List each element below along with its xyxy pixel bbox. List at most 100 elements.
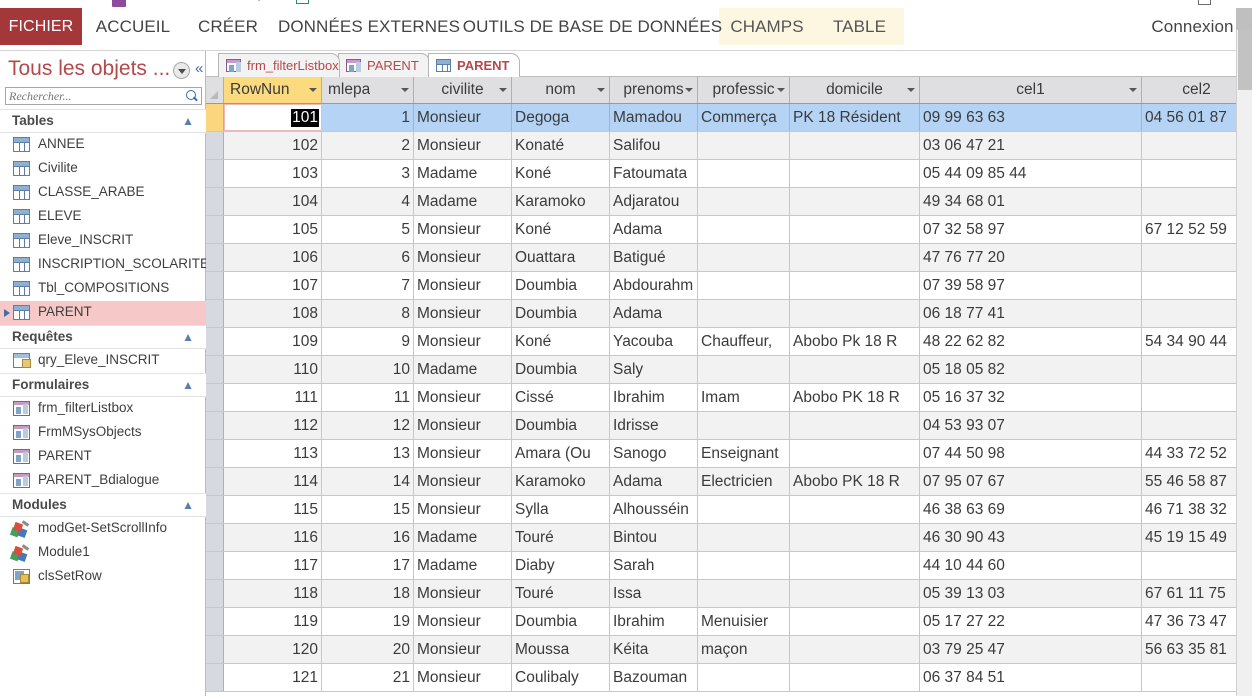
cell-domicile[interactable]: Abobo Pk 18 R	[790, 328, 920, 355]
cell-civilite[interactable]: Monsieur	[414, 384, 512, 411]
cell-cel1[interactable]: 03 79 25 47	[920, 636, 1142, 663]
row-selector[interactable]	[206, 524, 224, 551]
cell-civilite[interactable]: Madame	[414, 160, 512, 187]
cell-nom[interactable]: Moussa	[512, 636, 610, 663]
table-row[interactable]: 117 17 Madame Diaby Sarah 44 10 44 60	[206, 552, 1252, 580]
nav-group-requêtes[interactable]: Requêtes ▲	[0, 325, 206, 349]
cell-rownum[interactable]: 118	[224, 580, 322, 607]
row-selector[interactable]	[206, 216, 224, 243]
cell-cel1[interactable]: 06 18 77 41	[920, 300, 1142, 327]
cell-nom[interactable]: Koné	[512, 160, 610, 187]
cell-cel1[interactable]: 48 22 62 82	[920, 328, 1142, 355]
chevron-up-icon[interactable]: ▲	[182, 498, 194, 512]
row-selector[interactable]	[206, 552, 224, 579]
cell-domicile[interactable]: PK 18 Résident	[790, 104, 920, 131]
cell-nom[interactable]: Diaby	[512, 552, 610, 579]
cell-civilite[interactable]: Monsieur	[414, 272, 512, 299]
cell-prenoms[interactable]: Adama	[610, 300, 698, 327]
cell-domicile[interactable]	[790, 188, 920, 215]
cell-domicile[interactable]	[790, 160, 920, 187]
cell-civilite[interactable]: Monsieur	[414, 608, 512, 635]
cell-nom[interactable]: Cissé	[512, 384, 610, 411]
cell-domicile[interactable]	[790, 664, 920, 691]
cell-mlepa[interactable]: 21	[322, 664, 414, 691]
cell-cel1[interactable]: 05 17 27 22	[920, 608, 1142, 635]
cell-cel1[interactable]: 49 34 68 01	[920, 188, 1142, 215]
cell-domicile[interactable]	[790, 356, 920, 383]
row-selector[interactable]	[206, 300, 224, 327]
cell-rownum[interactable]: 120	[224, 636, 322, 663]
cell-profession[interactable]: Electricien	[698, 468, 790, 495]
cell-cel1[interactable]: 46 30 90 43	[920, 524, 1142, 551]
nav-item-inscription-scolarite[interactable]: INSCRIPTION_SCOLARITE	[0, 253, 209, 277]
cell-profession[interactable]	[698, 524, 790, 551]
cell-domicile[interactable]	[790, 272, 920, 299]
table-row[interactable]: 115 15 Monsieur Sylla Alhousséin 46 38 63 69 4…	[206, 496, 1252, 524]
cell-cel1[interactable]: 07 32 58 97	[920, 216, 1142, 243]
cell-prenoms[interactable]: Batigué	[610, 244, 698, 271]
cell-rownum[interactable]: 109	[224, 328, 322, 355]
cell-profession[interactable]	[698, 244, 790, 271]
cell-mlepa[interactable]: 3	[322, 160, 414, 187]
cell-domicile[interactable]	[790, 496, 920, 523]
cell-mlepa[interactable]: 10	[322, 356, 414, 383]
cell-civilite[interactable]: Madame	[414, 188, 512, 215]
column-header-cel1[interactable]: cel1	[920, 77, 1142, 103]
cell-rownum[interactable]: 103	[224, 160, 322, 187]
table-row[interactable]: 107 7 Monsieur Doumbia Abdourahm 07 39 58 97	[206, 272, 1252, 300]
nav-item-eleve-inscrit[interactable]: Eleve_INSCRIT	[0, 229, 206, 253]
ribbon-tab-accueil[interactable]: ACCUEIL	[82, 8, 184, 45]
cell-civilite[interactable]: Monsieur	[414, 580, 512, 607]
cell-cel1[interactable]: 04 53 93 07	[920, 412, 1142, 439]
cell-prenoms[interactable]: Ibrahim	[610, 384, 698, 411]
nav-item-eleve[interactable]: ELEVE	[0, 205, 206, 229]
cell-civilite[interactable]: Monsieur	[414, 132, 512, 159]
cell-domicile[interactable]	[790, 440, 920, 467]
cell-domicile[interactable]	[790, 552, 920, 579]
row-selector[interactable]	[206, 496, 224, 523]
table-row[interactable]: 120 20 Monsieur Moussa Kéita maçon 03 79 25 47…	[206, 636, 1252, 664]
cell-prenoms[interactable]: Saly	[610, 356, 698, 383]
nav-item-modget-setscrollinfo[interactable]: modGet-SetScrollInfo	[0, 517, 206, 541]
cell-civilite[interactable]: Monsieur	[414, 664, 512, 691]
navigation-search-box[interactable]	[5, 87, 202, 105]
cell-civilite[interactable]: Monsieur	[414, 216, 512, 243]
table-row[interactable]: 104 4 Madame Karamoko Adjaratou 49 34 68 01	[206, 188, 1252, 216]
cell-civilite[interactable]: Madame	[414, 552, 512, 579]
cell-prenoms[interactable]: Alhousséin	[610, 496, 698, 523]
column-header-mlepa[interactable]: mlepa	[322, 77, 414, 103]
cell-cel1[interactable]: 05 18 05 82	[920, 356, 1142, 383]
table-row[interactable]: 112 12 Monsieur Doumbia Idrisse 04 53 93 07	[206, 412, 1252, 440]
cell-profession[interactable]: Imam	[698, 384, 790, 411]
cell-cel1[interactable]: 07 95 07 67	[920, 468, 1142, 495]
cell-civilite[interactable]: Monsieur	[414, 636, 512, 663]
chevron-down-icon[interactable]	[309, 88, 317, 92]
row-selector[interactable]	[206, 132, 224, 159]
cell-cel1[interactable]: 03 06 47 21	[920, 132, 1142, 159]
ribbon-tab-fichier[interactable]: FICHIER	[0, 8, 82, 45]
nav-item-frmmsysobjects[interactable]: FrmMSysObjects	[0, 421, 206, 445]
row-selector[interactable]	[206, 384, 224, 411]
cell-prenoms[interactable]: Idrisse	[610, 412, 698, 439]
cell-cel1[interactable]: 44 10 44 60	[920, 552, 1142, 579]
table-row[interactable]: 110 10 Madame Doumbia Saly 05 18 05 82	[206, 356, 1252, 384]
nav-item-frm-filterlistbox[interactable]: frm_filterListbox	[0, 397, 206, 421]
cell-nom[interactable]: Touré	[512, 580, 610, 607]
save-icon[interactable]	[112, 0, 126, 7]
row-selector[interactable]	[206, 608, 224, 635]
cell-prenoms[interactable]: Ibrahim	[610, 608, 698, 635]
cell-cel1[interactable]: 47 76 77 20	[920, 244, 1142, 271]
cell-rownum[interactable]: 113	[224, 440, 322, 467]
chevron-down-icon[interactable]	[685, 88, 693, 92]
cell-nom[interactable]: Doumbia	[512, 608, 610, 635]
nav-item-parent-bdialogue[interactable]: PARENT_Bdialogue	[0, 469, 206, 493]
cell-cel1[interactable]: 05 16 37 32	[920, 384, 1142, 411]
ribbon-tab-donn-es-externes[interactable]: DONNÉES EXTERNES	[272, 8, 466, 45]
cell-mlepa[interactable]: 2	[322, 132, 414, 159]
nav-item-parent[interactable]: PARENT	[0, 445, 206, 469]
cell-civilite[interactable]: Monsieur	[414, 300, 512, 327]
cell-domicile[interactable]	[790, 580, 920, 607]
cell-prenoms[interactable]: Adama	[610, 468, 698, 495]
table-row[interactable]: 108 8 Monsieur Doumbia Adama 06 18 77 41	[206, 300, 1252, 328]
cell-profession[interactable]	[698, 580, 790, 607]
